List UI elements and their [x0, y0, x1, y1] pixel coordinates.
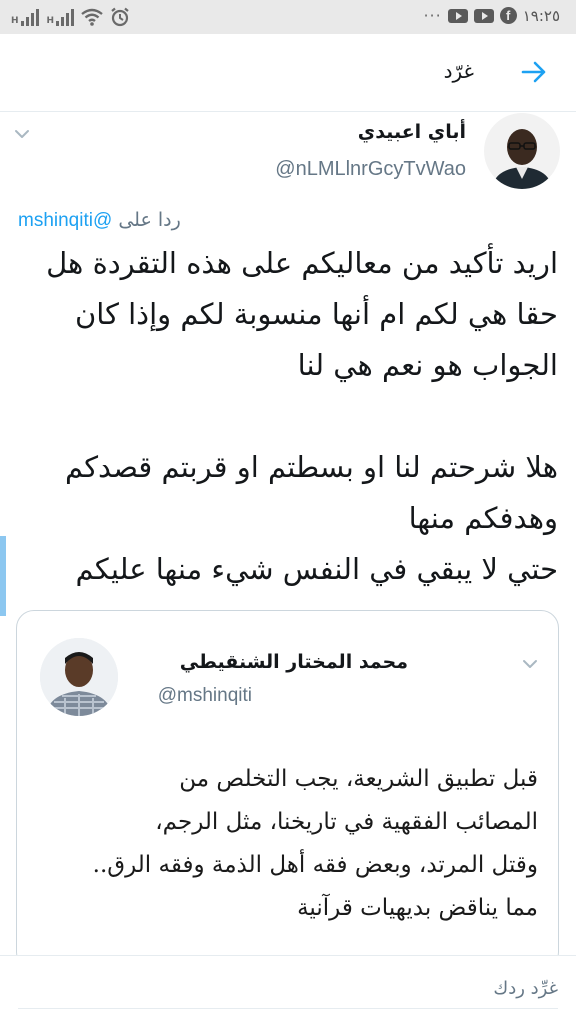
replying-to: ردا على @mshinqiti: [18, 209, 181, 232]
author-name[interactable]: أباي اعبيدي: [358, 121, 466, 143]
mention-link[interactable]: @mshinqiti: [18, 210, 112, 231]
avatar[interactable]: [484, 113, 560, 189]
quoted-tweet[interactable]: محمد المختار الشنقيطي @mshinqiti قبل تطب…: [16, 610, 559, 970]
facebook-icon: f: [499, 7, 517, 24]
reply-bar: [0, 955, 576, 1024]
scroll-indicator: [0, 536, 6, 616]
wifi-icon: [81, 8, 103, 26]
replying-to-label: ردا على: [118, 209, 181, 231]
tweet-text: اريد تأكيد من معاليكم على هذه التقردة هل…: [46, 246, 558, 586]
quoted-avatar-image: [40, 638, 118, 716]
author-handle[interactable]: @nLMLlnrGcyTvWao: [275, 158, 466, 181]
avatar-image: [484, 113, 560, 189]
youtube-icon: [473, 8, 494, 23]
alarm-icon: [111, 7, 129, 27]
chevron-down-icon[interactable]: [12, 124, 32, 144]
quoted-author-handle: @mshinqiti: [157, 685, 252, 706]
youtube-icon: [447, 8, 468, 23]
reply-input[interactable]: [18, 969, 558, 1009]
status-bar: H H ··· f ١٩:٢٥: [0, 0, 576, 34]
app-header: غرّد: [0, 34, 576, 112]
status-left-icons: H H: [10, 7, 130, 27]
quoted-image-text: قبل تطبيق الشريعة، يجب التخلص من المصائب…: [92, 766, 538, 921]
signal-icon: H: [46, 8, 75, 26]
quoted-avatar[interactable]: [40, 638, 118, 716]
status-time: ١٩:٢٥: [522, 6, 560, 25]
page-title: غرّد: [443, 59, 474, 83]
quoted-author-name: محمد المختار الشنقيطي: [179, 651, 408, 673]
signal-icon: H: [10, 8, 39, 26]
arrow-right-icon[interactable]: [520, 58, 548, 86]
more-notifications-icon: ···: [423, 6, 442, 25]
status-right-icons: ··· f ١٩:٢٥: [423, 6, 560, 25]
chevron-down-icon[interactable]: [520, 654, 540, 674]
